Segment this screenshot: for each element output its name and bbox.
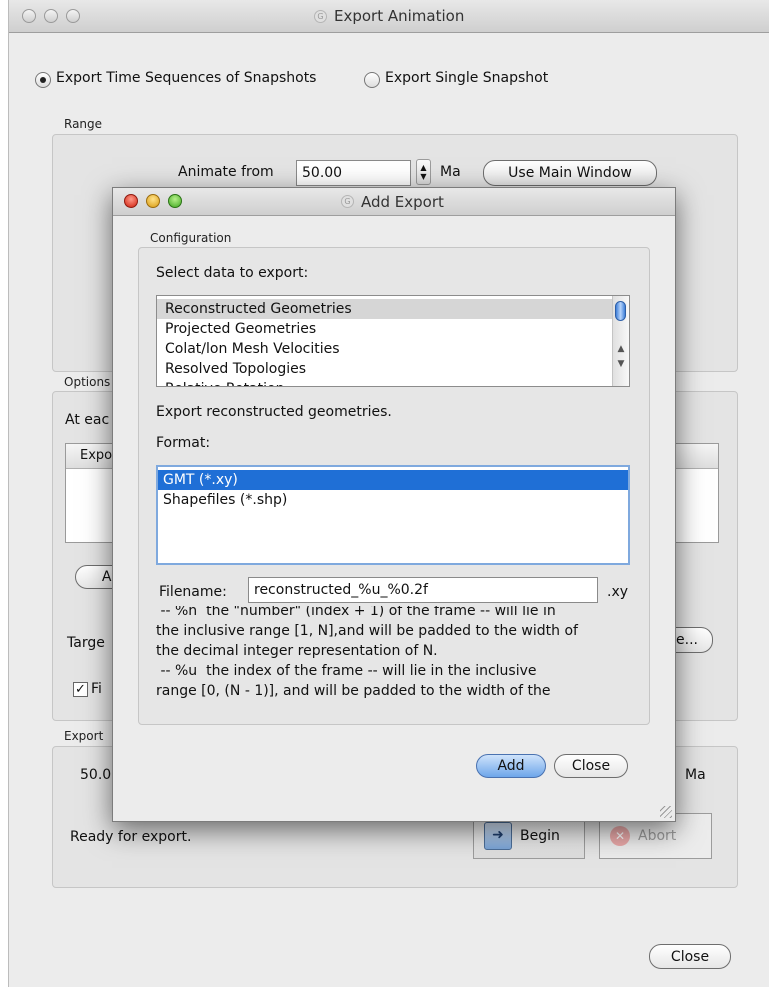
dialog-minimize-icon[interactable] bbox=[146, 194, 160, 208]
options-group-title: Options bbox=[64, 375, 111, 389]
help-line: range [0, (N - 1)], and will be padded t… bbox=[156, 683, 551, 699]
dialog-app-icon: G bbox=[341, 195, 354, 208]
list-item[interactable]: Reconstructed Geometries bbox=[157, 299, 613, 319]
use-main-window-button[interactable]: Use Main Window bbox=[483, 160, 657, 186]
filename-label: Filename: bbox=[159, 584, 227, 600]
select-data-label: Select data to export: bbox=[156, 265, 309, 281]
first-frame-checkbox-label[interactable]: Fi bbox=[91, 681, 102, 697]
radio-export-sequence[interactable] bbox=[35, 72, 51, 88]
animate-from-label: Animate from bbox=[178, 164, 274, 180]
format-label: Format: bbox=[156, 435, 211, 451]
exports-table-header-label: Expo bbox=[80, 448, 113, 463]
data-list-scroll-thumb[interactable] bbox=[615, 301, 626, 321]
minimize-window-icon[interactable] bbox=[44, 9, 58, 23]
animate-from-unit: Ma bbox=[440, 164, 461, 180]
filename-help-text: -- %n the "number" (index + 1) of the fr… bbox=[156, 606, 640, 707]
zoom-window-icon[interactable] bbox=[66, 9, 80, 23]
dialog-close-button[interactable]: Close bbox=[554, 754, 628, 778]
begin-export-icon: ➜ bbox=[484, 822, 512, 850]
main-close-button[interactable]: Close bbox=[649, 944, 731, 969]
stepper-up-icon[interactable]: ▲ bbox=[420, 163, 426, 172]
main-window-title: G Export Animation bbox=[314, 0, 464, 32]
main-window-title-text: Export Animation bbox=[334, 7, 465, 25]
list-item[interactable]: Relative Rotation bbox=[157, 379, 613, 386]
export-progress-value: 50.0 bbox=[80, 767, 112, 783]
abort-export-label: Abort bbox=[638, 828, 677, 844]
export-progress-unit: Ma bbox=[685, 767, 706, 783]
dialog-titlebar: G Add Export bbox=[113, 188, 675, 216]
choose-directory-button-label: e... bbox=[676, 632, 698, 648]
close-window-icon[interactable] bbox=[22, 9, 36, 23]
export-description: Export reconstructed geometries. bbox=[156, 404, 392, 420]
data-type-list[interactable]: Reconstructed Geometries Projected Geome… bbox=[156, 295, 630, 387]
filename-input[interactable]: reconstructed_%u_%0.2f bbox=[248, 577, 598, 603]
dialog-zoom-icon[interactable] bbox=[168, 194, 182, 208]
at-each-label: At eac bbox=[65, 412, 110, 428]
help-line: -- %u the index of the frame -- will lie… bbox=[156, 663, 537, 679]
help-line: the inclusive range [1, N],and will be p… bbox=[156, 623, 578, 639]
dialog-title-text: Add Export bbox=[361, 192, 444, 211]
radio-export-sequence-label[interactable]: Export Time Sequences of Snapshots bbox=[56, 70, 316, 86]
dialog-title: G Add Export bbox=[341, 188, 444, 215]
add-button[interactable]: Add bbox=[476, 754, 546, 778]
list-item[interactable]: Resolved Topologies bbox=[157, 359, 613, 379]
configuration-group-title: Configuration bbox=[150, 231, 232, 245]
stepper-down-icon[interactable]: ▼ bbox=[420, 172, 426, 181]
export-group-title: Export bbox=[64, 729, 104, 743]
scroll-up-icon[interactable]: ▲ bbox=[613, 341, 629, 357]
abort-export-icon: ✕ bbox=[610, 826, 630, 846]
animate-from-input[interactable]: 50.00 bbox=[296, 160, 411, 186]
resize-grip-icon[interactable] bbox=[660, 806, 672, 818]
data-list-scrollbar[interactable]: ▲ ▼ bbox=[612, 296, 629, 386]
radio-export-single[interactable] bbox=[364, 72, 380, 88]
add-export-dialog: G Add Export Configuration Select data t… bbox=[112, 187, 676, 822]
export-status-text: Ready for export. bbox=[70, 829, 192, 845]
target-directory-label: Targe bbox=[67, 635, 105, 651]
radio-export-single-label[interactable]: Export Single Snapshot bbox=[385, 70, 548, 86]
list-item[interactable]: Shapefiles (*.shp) bbox=[158, 490, 628, 510]
begin-export-label: Begin bbox=[520, 828, 560, 844]
animate-from-stepper[interactable]: ▲ ▼ bbox=[416, 159, 431, 185]
main-titlebar: G Export Animation bbox=[9, 0, 769, 33]
list-item[interactable]: Colat/lon Mesh Velocities bbox=[157, 339, 613, 359]
list-item[interactable]: GMT (*.xy) bbox=[158, 470, 628, 490]
dialog-close-icon[interactable] bbox=[124, 194, 138, 208]
first-frame-checkbox[interactable]: ✓ bbox=[73, 682, 88, 697]
list-item[interactable]: Projected Geometries bbox=[157, 319, 613, 339]
filename-extension: .xy bbox=[607, 584, 629, 600]
help-line: the decimal integer representation of N. bbox=[156, 643, 438, 659]
scroll-down-icon[interactable]: ▼ bbox=[613, 356, 629, 372]
help-line: -- %n the "number" (index + 1) of the fr… bbox=[156, 606, 556, 619]
format-list[interactable]: GMT (*.xy) Shapefiles (*.shp) bbox=[156, 465, 630, 565]
filename-value: reconstructed_%u_%0.2f bbox=[254, 582, 428, 598]
range-group-title: Range bbox=[64, 117, 103, 131]
gplates-app-icon: G bbox=[314, 9, 327, 23]
animate-from-value: 50.00 bbox=[302, 165, 343, 181]
